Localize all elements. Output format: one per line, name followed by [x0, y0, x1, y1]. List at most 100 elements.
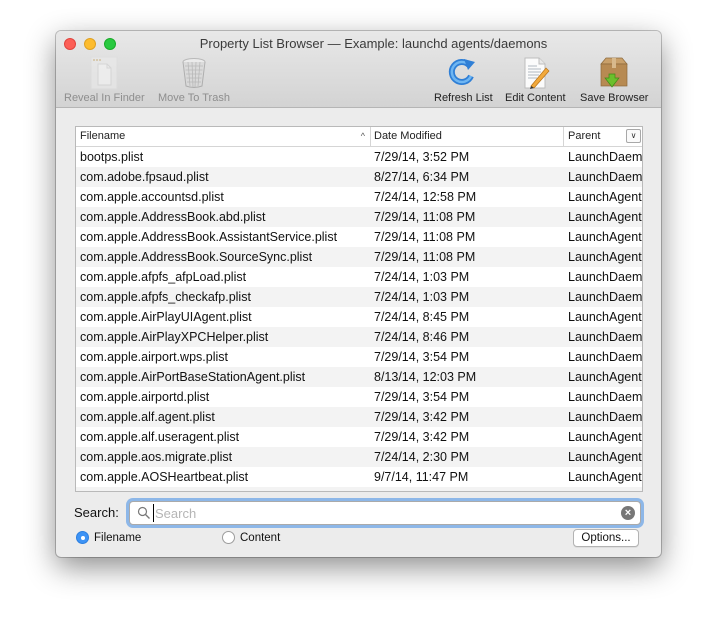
parent-cell: LaunchDaemons: [568, 170, 642, 184]
scope-content-label: Content: [240, 531, 281, 544]
scope-content-radio[interactable]: Content: [222, 531, 280, 544]
column-header-parent[interactable]: Parent ∨: [564, 127, 642, 146]
filename-cell: com.apple.alf.agent.plist: [80, 410, 215, 424]
search-input[interactable]: [153, 504, 615, 522]
parent-cell: LaunchDaemons: [568, 410, 642, 424]
table-row[interactable]: com.apple.AddressBook.AssistantService.p…: [76, 227, 642, 247]
date-modified-cell: 7/24/14, 12:58 PM: [374, 190, 477, 204]
move-to-trash-label: Move To Trash: [158, 92, 230, 104]
parent-cell: LaunchDaemons: [568, 350, 642, 364]
filename-cell: com.apple.AddressBook.AssistantService.p…: [80, 230, 338, 244]
table-row[interactable]: com.apple.aos.migrate.plist 7/24/14, 2:30…: [76, 447, 642, 467]
date-modified-cell: 8/27/14, 6:34 PM: [374, 170, 470, 184]
table-body: bootps.plist 7/29/14, 3:52 PM LaunchDaemon…: [76, 147, 642, 491]
column-header-filename[interactable]: Filename ^: [76, 127, 371, 146]
date-modified-cell: 7/29/14, 11:08 PM: [374, 210, 476, 224]
table-row[interactable]: com.apple.accountsd.plist 7/24/14, 12:58 …: [76, 187, 642, 207]
date-modified-cell: 7/24/14, 2:30 PM: [374, 450, 470, 464]
parent-cell: LaunchAgents: [568, 310, 642, 324]
reveal-in-finder-button[interactable]: Reveal In Finder: [64, 56, 145, 104]
table-row[interactable]: com.apple.AirPlayUIAgent.plist 7/24/14, 8…: [76, 307, 642, 327]
filename-cell: com.apple.accountsd.plist: [80, 190, 224, 204]
filename-cell: com.apple.AirPlayUIAgent.plist: [80, 310, 252, 324]
table-row[interactable]: com.apple.alf.useragent.plist 7/29/14, 3:…: [76, 427, 642, 447]
refresh-icon: [445, 56, 481, 90]
table-header: Filename ^ Date Modified Parent ∨: [76, 127, 642, 147]
filename-cell: com.adobe.fpsaud.plist: [80, 170, 209, 184]
table-row[interactable]: com.apple.AddressBook.SourceSync.plist 7/…: [76, 247, 642, 267]
date-modified-cell: 7/29/14, 3:54 PM: [374, 350, 470, 364]
table-row[interactable]: com.apple.AirPlayXPCHelper.plist 7/24/14,…: [76, 327, 642, 347]
filename-cell: com.apple.AddressBook.SourceSync.plist: [80, 250, 313, 264]
parent-cell: LaunchAgents: [568, 430, 642, 444]
parent-cell: LaunchAgents: [568, 230, 642, 244]
parent-cell: LaunchDaemons: [568, 330, 642, 344]
move-to-trash-button[interactable]: Move To Trash: [158, 56, 230, 104]
parent-cell: LaunchDaemons: [568, 390, 642, 404]
save-browser-button[interactable]: Save Browser: [580, 56, 648, 104]
save-box-icon: [596, 56, 632, 90]
refresh-list-label: Refresh List: [434, 92, 493, 104]
column-header-date-modified[interactable]: Date Modified: [371, 127, 564, 146]
date-modified-cell: 7/29/14, 3:42 PM: [374, 430, 470, 444]
date-modified-cell: 7/24/14, 1:03 PM: [374, 270, 470, 284]
table-row[interactable]: bootps.plist 7/29/14, 3:52 PM LaunchDaemon…: [76, 147, 642, 167]
scope-filename-label: Filename: [94, 531, 142, 544]
main-window: Property List Browser — Example: launchd…: [56, 31, 661, 557]
date-modified-cell: 9/7/14, 11:47 PM: [374, 470, 469, 484]
filename-cell: com.apple.afpfs_afpLoad.plist: [80, 270, 247, 284]
refresh-list-button[interactable]: Refresh List: [434, 56, 493, 104]
edit-content-button[interactable]: Edit Content: [505, 56, 566, 104]
table-row-partial[interactable]: [76, 487, 642, 491]
scope-filename-radio[interactable]: Filename: [76, 531, 141, 544]
parent-cell: LaunchAgents: [568, 370, 642, 384]
parent-cell: LaunchDaemons: [568, 270, 642, 284]
table-row[interactable]: com.apple.AOSHeartbeat.plist 9/7/14, 11:4…: [76, 467, 642, 487]
parent-cell: LaunchAgents: [568, 210, 642, 224]
trash-icon: [176, 56, 212, 90]
parent-cell: LaunchDaemons: [568, 290, 642, 304]
radio-unselected-icon: [222, 531, 235, 544]
edit-content-label: Edit Content: [505, 92, 566, 104]
date-modified-cell: 7/29/14, 3:52 PM: [374, 150, 470, 164]
table-row[interactable]: com.apple.afpfs_afpLoad.plist 7/24/14, 1:…: [76, 267, 642, 287]
search-icon: [137, 506, 151, 520]
date-modified-cell: 7/24/14, 8:46 PM: [374, 330, 470, 344]
titlebar-toolbar: Property List Browser — Example: launchd…: [56, 31, 661, 108]
parent-cell: LaunchAgents: [568, 470, 642, 484]
parent-cell: LaunchDaemons: [568, 150, 642, 164]
table-row[interactable]: com.apple.AddressBook.abd.plist 7/29/14, …: [76, 207, 642, 227]
filename-cell: com.apple.AirPortBaseStationAgent.plist: [80, 370, 306, 384]
filename-cell: com.apple.airport.wps.plist: [80, 350, 228, 364]
parent-cell: LaunchAgents: [568, 250, 642, 264]
search-label: Search:: [74, 505, 119, 520]
column-menu-chevron-icon[interactable]: ∨: [626, 129, 641, 143]
filename-cell: com.apple.airportd.plist: [80, 390, 210, 404]
date-modified-cell: 7/24/14, 8:45 PM: [374, 310, 470, 324]
finder-document-icon: [86, 56, 122, 90]
filename-cell: com.apple.AddressBook.abd.plist: [80, 210, 266, 224]
sort-ascending-icon: ^: [360, 131, 365, 141]
table-row[interactable]: com.apple.alf.agent.plist 7/29/14, 3:42 P…: [76, 407, 642, 427]
table-row[interactable]: com.apple.airport.wps.plist 7/29/14, 3:54…: [76, 347, 642, 367]
table-row[interactable]: com.apple.AirPortBaseStationAgent.plist 8…: [76, 367, 642, 387]
date-modified-cell: 7/24/14, 1:03 PM: [374, 290, 470, 304]
column-header-date-modified-label: Date Modified: [374, 130, 442, 142]
date-modified-cell: 7/29/14, 11:08 PM: [374, 230, 476, 244]
table-row[interactable]: com.apple.airportd.plist 7/29/14, 3:54 PM…: [76, 387, 642, 407]
column-header-filename-label: Filename: [80, 130, 126, 142]
search-field[interactable]: ×: [129, 501, 641, 525]
clear-search-icon[interactable]: ×: [621, 506, 635, 520]
date-modified-cell: 7/29/14, 3:42 PM: [374, 410, 470, 424]
reveal-in-finder-label: Reveal In Finder: [64, 92, 145, 104]
filename-cell: com.apple.afpfs_checkafp.plist: [80, 290, 251, 304]
parent-cell: LaunchAgents: [568, 190, 642, 204]
table-row[interactable]: com.apple.afpfs_checkafp.plist 7/24/14, 1…: [76, 287, 642, 307]
table-row[interactable]: com.adobe.fpsaud.plist 8/27/14, 6:34 PM La…: [76, 167, 642, 187]
options-button[interactable]: Options...: [573, 529, 639, 547]
date-modified-cell: 8/13/14, 12:03 PM: [374, 370, 477, 384]
edit-document-pencil-icon: [517, 56, 553, 90]
filename-cell: bootps.plist: [80, 150, 144, 164]
filename-cell: com.apple.AOSHeartbeat.plist: [80, 470, 249, 484]
filename-cell: com.apple.AirPlayXPCHelper.plist: [80, 330, 269, 344]
